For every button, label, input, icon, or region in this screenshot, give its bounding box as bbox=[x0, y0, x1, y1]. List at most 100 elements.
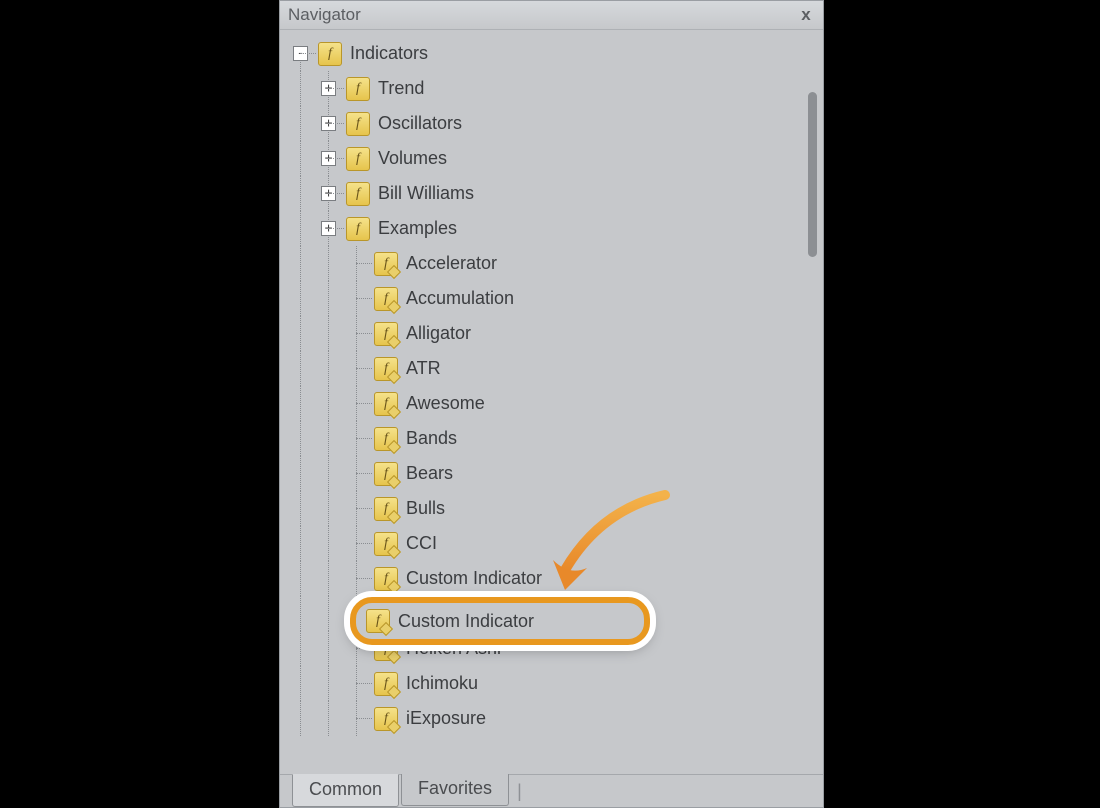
tree-connector bbox=[316, 666, 344, 701]
tree-connector bbox=[288, 211, 316, 246]
tree-connector bbox=[288, 526, 316, 561]
close-icon[interactable]: x bbox=[797, 5, 815, 25]
tree-node-label: Oscillators bbox=[378, 113, 462, 134]
tree-node-label: CCI bbox=[406, 533, 437, 554]
tree-connector bbox=[344, 666, 372, 701]
expand-icon[interactable]: + bbox=[321, 221, 336, 236]
tree-connector bbox=[316, 246, 344, 281]
tree-connector bbox=[288, 491, 316, 526]
tree-node-bill-williams[interactable]: +fBill Williams bbox=[288, 176, 823, 211]
tree-leaf-iexposure[interactable]: f iExposure bbox=[288, 701, 823, 736]
custom-indicator-icon: f bbox=[374, 287, 398, 311]
tree-connector: + bbox=[316, 176, 344, 211]
custom-indicator-icon: f bbox=[374, 497, 398, 521]
tree-connector bbox=[344, 526, 372, 561]
tree-connector bbox=[288, 561, 316, 596]
tree-connector bbox=[288, 106, 316, 141]
tree-leaf-atr[interactable]: f ATR bbox=[288, 351, 823, 386]
callout-label: Custom Indicator bbox=[398, 611, 534, 632]
tree-connector bbox=[288, 421, 316, 456]
panel-header: Navigator x bbox=[280, 1, 823, 30]
tree-connector bbox=[316, 631, 344, 666]
indicator-folder-icon: f bbox=[346, 77, 370, 101]
tab-favorites[interactable]: Favorites bbox=[401, 774, 509, 806]
tree-connector bbox=[344, 246, 372, 281]
custom-indicator-icon: f bbox=[374, 707, 398, 731]
custom-indicator-icon: f bbox=[374, 252, 398, 276]
tree-leaf-accumulation[interactable]: fAccumulation bbox=[288, 281, 823, 316]
tree-connector bbox=[288, 596, 316, 631]
tree-connector bbox=[344, 561, 372, 596]
tree-connector bbox=[344, 701, 372, 736]
tree-connector bbox=[288, 71, 316, 106]
expand-icon[interactable]: + bbox=[321, 116, 336, 131]
tree-leaf-alligator[interactable]: f Alligator bbox=[288, 316, 823, 351]
tree-connector bbox=[288, 386, 316, 421]
tree-connector: + bbox=[316, 71, 344, 106]
expand-icon[interactable]: + bbox=[321, 81, 336, 96]
tree-leaf-bears[interactable]: f Bears bbox=[288, 456, 823, 491]
tree-node-oscillators[interactable]: + f Oscillators bbox=[288, 106, 823, 141]
tab-common[interactable]: Common bbox=[292, 774, 399, 807]
custom-indicator-icon: f bbox=[374, 357, 398, 381]
tree-connector bbox=[288, 631, 316, 666]
tree-node-trend[interactable]: + f Trend bbox=[288, 71, 823, 106]
tree-connector bbox=[344, 281, 372, 316]
tree-node-label: Bears bbox=[406, 463, 453, 484]
callout-arrow-icon bbox=[545, 490, 675, 600]
collapse-icon[interactable]: - bbox=[293, 46, 308, 61]
tree-connector bbox=[316, 491, 344, 526]
tree-node-label: Accelerator bbox=[406, 253, 497, 274]
tree-node-indicators[interactable]: - f Indicators bbox=[288, 36, 823, 71]
custom-indicator-icon: f bbox=[374, 462, 398, 486]
tree-node-examples[interactable]: + f Examples bbox=[288, 211, 823, 246]
tree-node-label: Bands bbox=[406, 428, 457, 449]
tree-leaf-ichimoku[interactable]: f Ichimoku bbox=[288, 666, 823, 701]
callout-highlight: f Custom Indicator bbox=[350, 597, 650, 645]
tree-leaf-awesome[interactable]: f Awesome bbox=[288, 386, 823, 421]
tree-node-label: Bulls bbox=[406, 498, 445, 519]
tree-connector bbox=[344, 351, 372, 386]
tree-node-label: iExposure bbox=[406, 708, 486, 729]
tree-node-label: Bill Williams bbox=[378, 183, 474, 204]
expand-icon[interactable]: + bbox=[321, 186, 336, 201]
tree-connector bbox=[344, 456, 372, 491]
tab-divider: | bbox=[517, 781, 518, 801]
panel-title: Navigator bbox=[288, 5, 797, 25]
tree-connector bbox=[316, 386, 344, 421]
tree-node-label: Examples bbox=[378, 218, 457, 239]
tree-connector bbox=[316, 351, 344, 386]
tree-node-label: Volumes bbox=[378, 148, 447, 169]
indicator-folder-icon: f bbox=[346, 112, 370, 136]
custom-indicator-icon: f bbox=[374, 532, 398, 556]
tree-node-label: ATR bbox=[406, 358, 441, 379]
indicator-folder-icon: f bbox=[346, 217, 370, 241]
tree-connector: + bbox=[316, 106, 344, 141]
tree-node-label: Trend bbox=[378, 78, 424, 99]
navigator-panel: Navigator x - f Indicators + f Trend + f Osci… bbox=[279, 0, 824, 808]
indicator-folder-icon: f bbox=[346, 147, 370, 171]
tree-connector bbox=[316, 701, 344, 736]
tree-node-volumes[interactable]: + f Volumes bbox=[288, 141, 823, 176]
tree-connector bbox=[288, 351, 316, 386]
tree-leaf-bands[interactable]: f Bands bbox=[288, 421, 823, 456]
tree-connector bbox=[288, 316, 316, 351]
tree-connector bbox=[288, 666, 316, 701]
tree-node-label: Ichimoku bbox=[406, 673, 478, 694]
tree-node-label: Alligator bbox=[406, 323, 471, 344]
tree-connector bbox=[316, 561, 344, 596]
tree-connector bbox=[344, 386, 372, 421]
tree-connector bbox=[344, 421, 372, 456]
scrollbar-thumb[interactable] bbox=[808, 92, 817, 257]
custom-indicator-icon: f bbox=[374, 322, 398, 346]
expand-icon[interactable]: + bbox=[321, 151, 336, 166]
tree-connector bbox=[316, 316, 344, 351]
tree-connector: - bbox=[288, 36, 316, 71]
tree-connector bbox=[288, 141, 316, 176]
custom-indicator-icon: f bbox=[374, 672, 398, 696]
custom-indicator-icon: f bbox=[374, 392, 398, 416]
tree-node-label: Awesome bbox=[406, 393, 485, 414]
custom-indicator-icon: f bbox=[374, 427, 398, 451]
scrollbar[interactable] bbox=[808, 92, 817, 754]
tree-leaf-accelerator[interactable]: f Accelerator bbox=[288, 246, 823, 281]
